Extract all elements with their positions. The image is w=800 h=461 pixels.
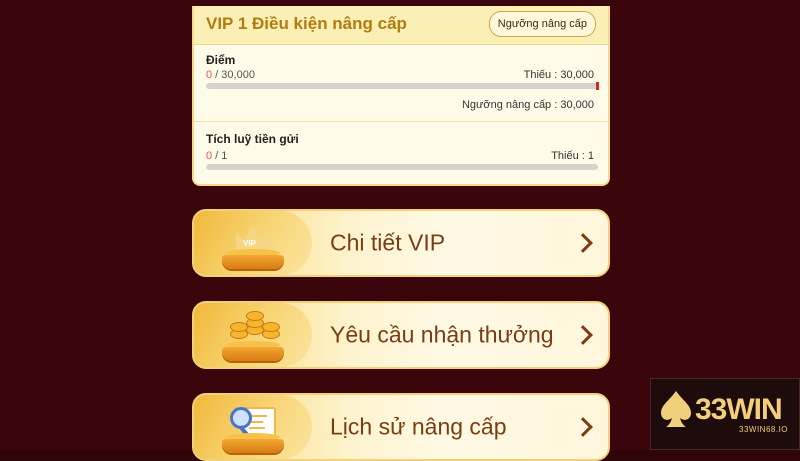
history-document-icon [216, 401, 290, 457]
deposit-progress-text: 0 / 1 [206, 150, 227, 162]
document-line [249, 427, 265, 429]
deposit-progress-bar [206, 164, 598, 170]
deposit-section: Tích luỹ tiền gửi 0 / 1 Thiếu : 1 [194, 122, 608, 184]
chevron-right-icon [573, 233, 593, 253]
vip-details-button[interactable]: VIP Chi tiết VIP [192, 209, 610, 277]
upgrade-threshold-button[interactable]: Ngưỡng nâng cấp [488, 11, 596, 37]
points-progress-marker [596, 82, 599, 90]
upgrade-history-button[interactable]: Lịch sử nâng cấp [192, 393, 610, 461]
deposit-target: / 1 [212, 150, 228, 162]
vip-card-title: VIP 1 Điều kiện nâng cấp [206, 14, 407, 33]
podium-base [222, 255, 284, 269]
points-target: / 30,000 [212, 69, 255, 81]
page-background: VIP 1 Điều kiện nâng cấp Ngưỡng nâng cấp… [0, 0, 800, 461]
upgrade-history-label: Lịch sử nâng cấp [330, 413, 507, 440]
vip-card-header: VIP 1 Điều kiện nâng cấp Ngưỡng nâng cấp [194, 6, 608, 45]
chevron-right-icon [573, 417, 593, 437]
points-section: Điểm 0 / 30,000 Thiếu : 30,000 Ngưỡng nâ… [194, 45, 608, 122]
podium-base [222, 347, 284, 361]
points-missing: Thiếu : 30,000 [523, 69, 594, 81]
spade-icon [661, 391, 691, 427]
crown-vip-mark: VIP [243, 239, 256, 248]
vip-details-label: Chi tiết VIP [330, 229, 446, 256]
vip-conditions-card: VIP 1 Điều kiện nâng cấp Ngưỡng nâng cấp… [192, 6, 610, 186]
reward-request-label: Yêu cầu nhận thưởng [330, 321, 554, 348]
reward-request-button[interactable]: Yêu cầu nhận thưởng [192, 301, 610, 369]
points-progress-text: 0 / 30,000 [206, 69, 255, 81]
brand-logo-domain: 33WIN68.IO [739, 425, 789, 434]
coin [262, 322, 280, 332]
coins-icon [216, 309, 290, 365]
points-label: Điểm [206, 53, 236, 67]
vip-crown-icon: VIP [216, 217, 290, 273]
deposit-missing: Thiếu : 1 [551, 150, 594, 162]
points-threshold: Ngưỡng nâng cấp : 30,000 [461, 99, 594, 111]
brand-logo: 33WIN 33WIN68.IO [650, 378, 800, 450]
brand-logo-text: 33WIN [695, 393, 783, 426]
podium-base [222, 439, 284, 453]
chevron-right-icon [573, 325, 593, 345]
deposit-label: Tích luỹ tiền gửi [206, 132, 299, 146]
coin [246, 311, 264, 321]
points-progress-bar [206, 82, 599, 90]
